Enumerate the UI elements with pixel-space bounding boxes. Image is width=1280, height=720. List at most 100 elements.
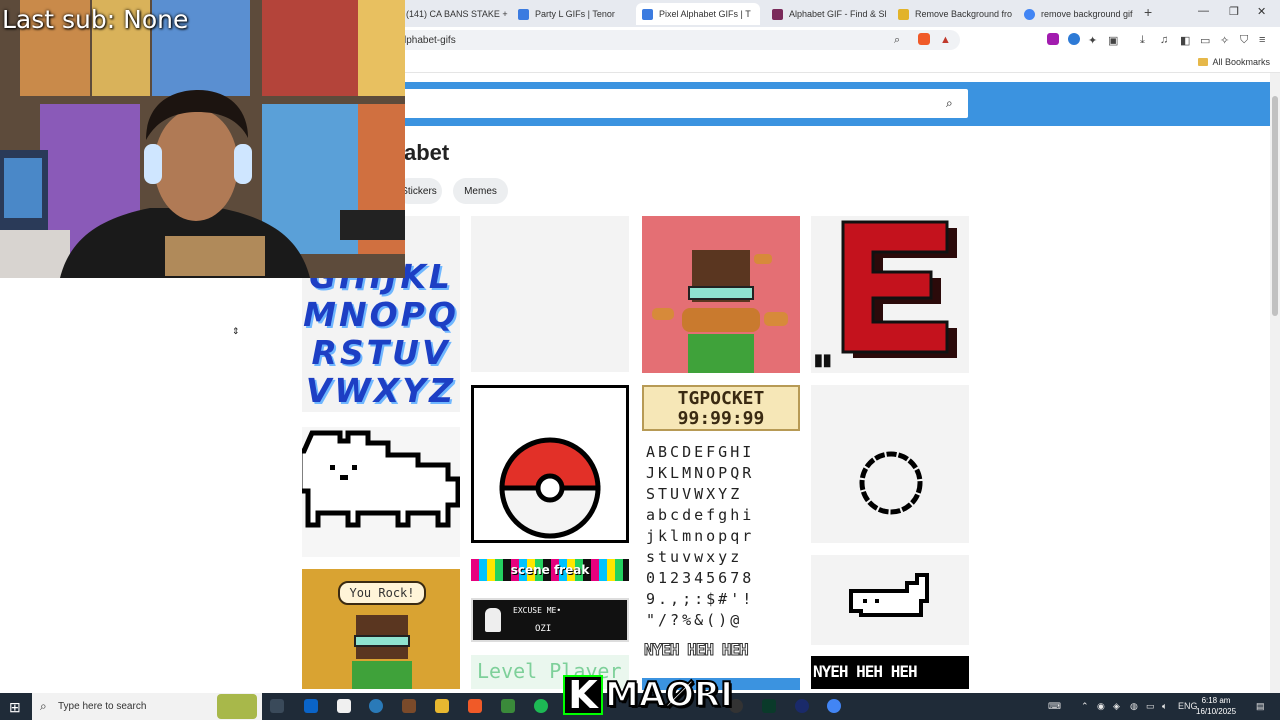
- tab-ca-bans[interactable]: (141) CA BANS STAKE + K: [400, 3, 508, 25]
- pixel-creature-image: [849, 573, 929, 617]
- gif-card-circle[interactable]: [811, 385, 969, 543]
- scrollbar-thumb[interactable]: [1272, 96, 1278, 316]
- tab-label: Alphabet GIF - Find & Sha: [789, 9, 886, 19]
- alphabet-row: RSTUV: [311, 333, 451, 372]
- taskbar-search[interactable]: ⌕ Type here to search: [32, 693, 262, 720]
- tab-label: remove background gif -: [1041, 9, 1134, 19]
- tab-alphabet-gif[interactable]: Alphabet GIF - Find & Sha: [766, 3, 886, 25]
- gif-card-pixel-alphabet[interactable]: ABCDEFGHI JKLMNOPQR STUVWXYZ abcdefghi j…: [642, 438, 800, 629]
- gif-card-letter-e[interactable]: ▮▮: [811, 216, 969, 373]
- character-glasses: [688, 286, 754, 300]
- file-icon[interactable]: [337, 699, 351, 713]
- volume-icon[interactable]: 🔈︎: [1162, 701, 1167, 712]
- alphabet-row: MNOPQ: [303, 295, 459, 334]
- chip-memes[interactable]: Memes: [453, 178, 508, 204]
- tray-icon[interactable]: ◍: [1130, 701, 1138, 712]
- system-clock[interactable]: 6:18 am 16/10/2025: [1196, 695, 1236, 717]
- burger-image: [682, 308, 760, 332]
- edge-icon[interactable]: [369, 699, 383, 713]
- keyboard-icon[interactable]: ⌨: [1048, 701, 1061, 712]
- tray-icon[interactable]: ◈: [1113, 701, 1120, 712]
- spotify-icon[interactable]: [534, 699, 548, 713]
- language-label[interactable]: ENG: [1178, 701, 1198, 711]
- burger-image: [764, 312, 788, 326]
- address-field[interactable]: lphabet-gifs: [380, 30, 960, 50]
- folder-icon[interactable]: [435, 699, 449, 713]
- wallet-icon[interactable]: ▭: [1200, 34, 1210, 47]
- letter-e-image: [841, 220, 957, 358]
- extension-icon[interactable]: [1047, 33, 1059, 45]
- search-icon: ⌕: [40, 699, 47, 713]
- tab-search-icon[interactable]: ▣: [1108, 34, 1118, 47]
- restore-icon[interactable]: ❐: [1229, 5, 1239, 18]
- fox-icon: [217, 694, 257, 719]
- windows-start-icon[interactable]: ⊞: [9, 699, 21, 716]
- gif-card-excuse-me[interactable]: EXCUSE ME• OZI: [471, 598, 629, 642]
- gif-card-pokeball[interactable]: [471, 385, 629, 543]
- gif-card-you-rock[interactable]: You Rock!: [302, 569, 460, 689]
- clock-date: 16/10/2025: [1196, 707, 1237, 716]
- brave-icon[interactable]: [468, 699, 482, 713]
- gif-card-burger-character[interactable]: [642, 216, 800, 373]
- sidebar-icon[interactable]: ◧: [1180, 34, 1190, 47]
- chevron-up-icon[interactable]: ⌃: [1081, 701, 1089, 712]
- tab-label: Remove Background from: [915, 9, 1012, 19]
- page-title: abet: [404, 140, 450, 165]
- gif-card-blank[interactable]: [471, 216, 629, 372]
- tab-pixel-alphabet[interactable]: Pixel Alphabet GIFs | T ✕: [636, 3, 760, 25]
- brave-shield-icon[interactable]: [918, 33, 930, 45]
- menu-icon[interactable]: ≡: [1259, 34, 1265, 46]
- tray-icon[interactable]: ◉: [1097, 701, 1105, 712]
- task-view-icon[interactable]: [270, 699, 284, 713]
- maori-logo: K MAØRI: [563, 673, 734, 717]
- tenor-icon: [642, 8, 653, 20]
- search-icon[interactable]: ⌕: [946, 96, 953, 111]
- tab-label: (141) CA BANS STAKE + K: [406, 9, 508, 19]
- puzzle-icon[interactable]: ✦: [1088, 34, 1097, 47]
- tab-google-search[interactable]: remove background gif -: [1018, 3, 1134, 25]
- calculator-icon[interactable]: [501, 699, 515, 713]
- resize-cursor-icon: ⇕: [232, 326, 240, 336]
- skull-icon: [485, 608, 501, 632]
- pokeball-image: [499, 437, 601, 539]
- outlook-icon[interactable]: [304, 699, 318, 713]
- gif-card-pixel-creature[interactable]: [811, 555, 969, 645]
- music-icon[interactable]: ♫: [1160, 34, 1168, 46]
- extension-icon[interactable]: [1068, 33, 1080, 45]
- gif-card-pixel-dog[interactable]: [302, 427, 460, 557]
- notification-icon[interactable]: ▤: [1256, 701, 1265, 712]
- terminal-icon[interactable]: [762, 699, 776, 713]
- zoom-icon[interactable]: ⌕: [894, 34, 900, 47]
- gif-card-scene-freak[interactable]: scene freak: [471, 559, 629, 581]
- character-body: [352, 661, 412, 689]
- new-tab-icon[interactable]: +: [1144, 4, 1152, 20]
- tab-party-gifs[interactable]: Party L GIFs | Tenor: [512, 3, 630, 25]
- chrome-icon[interactable]: [827, 699, 841, 713]
- tenor-icon: [518, 8, 529, 20]
- all-bookmarks[interactable]: All Bookmarks: [1198, 57, 1270, 67]
- screen: (141) CA BANS STAKE + K Party L GIFs | T…: [0, 0, 1280, 720]
- obs-icon[interactable]: [795, 699, 809, 713]
- leo-icon[interactable]: ✧: [1220, 34, 1229, 47]
- vpn-icon[interactable]: ⛉: [1240, 34, 1248, 47]
- character-body: [688, 334, 754, 373]
- tgpocket-line-1: TGPOCKET: [677, 388, 765, 409]
- logo-k: K: [563, 673, 603, 717]
- pause-icon[interactable]: ▮▮: [814, 350, 832, 370]
- gif-card-tgpocket[interactable]: TGPOCKET 99:99:99: [642, 385, 800, 431]
- pixel-circle-image: [859, 451, 923, 515]
- burger-image: [652, 308, 674, 320]
- tab-remove-background[interactable]: Remove Background from: [892, 3, 1012, 25]
- character-glasses: [354, 635, 410, 647]
- minimize-icon[interactable]: —: [1198, 5, 1209, 17]
- gif-card-nyeh-dark[interactable]: NYEH HEH HEH: [811, 656, 969, 689]
- gif-card-nyeh-light[interactable]: NYEH HEH HEH: [642, 635, 800, 665]
- download-icon[interactable]: ⤓: [1140, 34, 1145, 47]
- network-icon[interactable]: ▭: [1146, 701, 1155, 712]
- search-input[interactable]: [380, 89, 968, 118]
- brave-rewards-icon[interactable]: ▲: [940, 34, 951, 46]
- tab-label: Party L GIFs | Tenor: [535, 9, 615, 19]
- game-icon[interactable]: [402, 699, 416, 713]
- site-icon: [772, 8, 783, 20]
- close-window-icon[interactable]: ✕: [1257, 5, 1266, 18]
